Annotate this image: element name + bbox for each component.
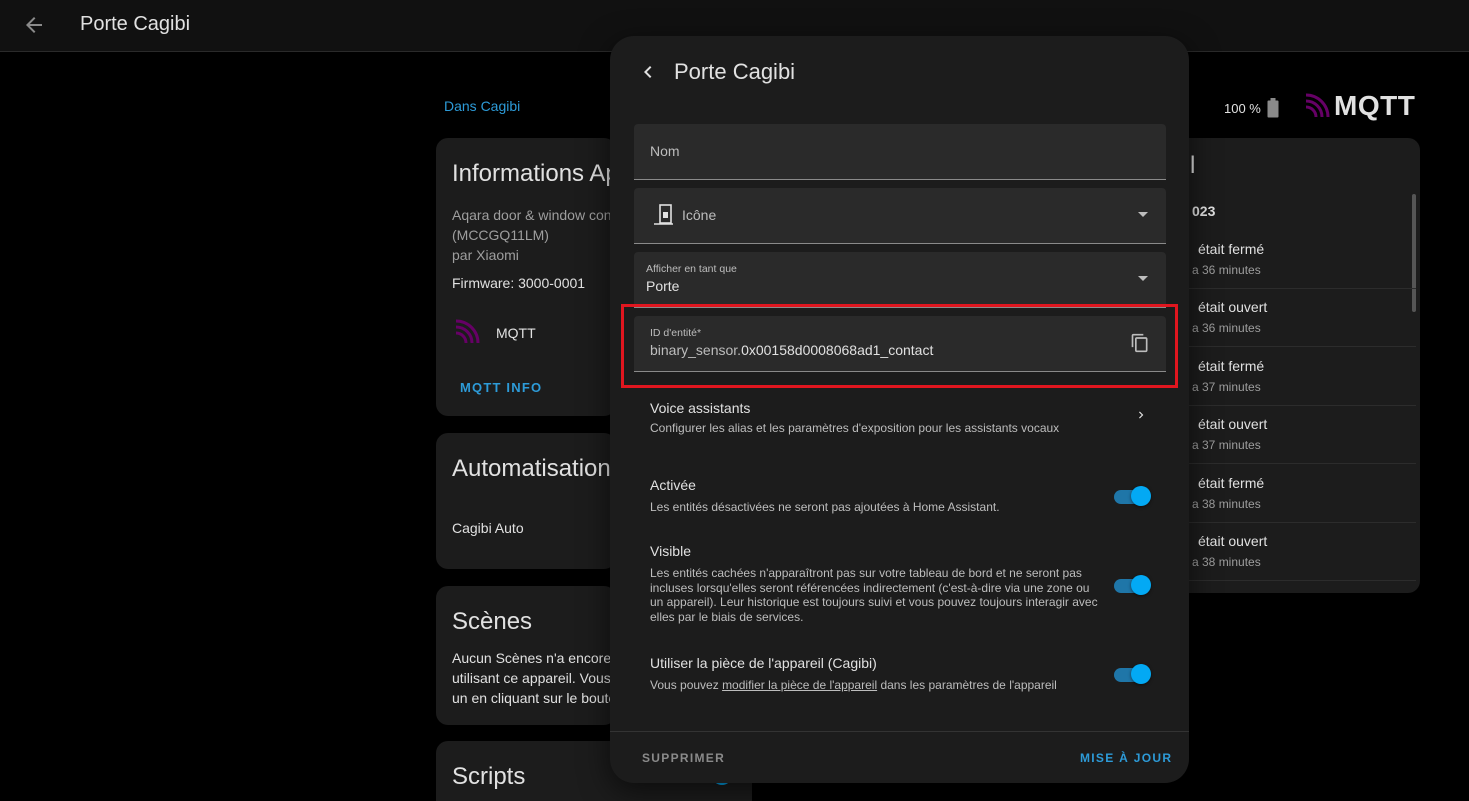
toggle-knob	[1131, 486, 1151, 506]
icon-picker-label: Icône	[682, 207, 717, 223]
battery-level: 100 %	[1224, 100, 1261, 116]
device-info-card: Informations Ap Aqara door & window con …	[436, 138, 616, 416]
chevron-right-icon[interactable]	[1134, 408, 1148, 422]
logbook-entry-time: a 38 minutes	[1192, 497, 1261, 511]
mqtt-integration-icon	[455, 319, 480, 344]
visible-title: Visible	[650, 543, 691, 559]
logbook-header-fragment: l	[1190, 152, 1196, 179]
entity-id-field[interactable]: ID d'entité* binary_sensor.0x00158d00080…	[634, 316, 1166, 372]
logbook-entry-text: était ouvert	[1198, 416, 1268, 432]
device-manufacturer: par Xiaomi	[452, 247, 519, 263]
logbook-entry-time: a 37 minutes	[1192, 438, 1261, 452]
update-button[interactable]: MISE À JOUR	[1080, 751, 1172, 765]
automation-card: Automatisation Cagibi Auto	[436, 433, 616, 569]
scenes-card: Scènes Aucun Scènes n'a encore utilisant…	[436, 586, 616, 725]
use-device-area-toggle[interactable]	[1114, 661, 1151, 684]
logbook-entry[interactable]: était ouvert a 36 minutes	[1176, 289, 1416, 347]
device-class-label: Afficher en tant que	[646, 263, 737, 275]
modify-device-area-link[interactable]: modifier la pièce de l'appareil	[722, 678, 877, 692]
mqtt-logo-icon	[1305, 93, 1330, 118]
name-field-label: Nom	[650, 143, 680, 159]
battery-status: 100 %	[1224, 98, 1279, 118]
copy-icon[interactable]	[1130, 333, 1150, 353]
logbook-entry[interactable]: était fermé a 36 minutes	[1176, 231, 1416, 289]
logbook-entry-text: était fermé	[1198, 358, 1265, 374]
scenes-text-line3: un en cliquant sur le bouto	[452, 690, 616, 706]
device-firmware: Firmware: 3000-0001	[452, 275, 586, 291]
logbook-entry[interactable]: était fermé a 38 minutes	[1176, 465, 1416, 523]
back-arrow-icon[interactable]	[22, 13, 46, 37]
entity-id-value: 0x00158d0008068ad1_contact	[741, 342, 934, 358]
logbook-entry-text: était fermé	[1198, 241, 1265, 257]
scripts-title: Scripts	[452, 763, 526, 790]
automation-item[interactable]: Cagibi Auto	[452, 520, 524, 536]
visible-desc: Les entités cachées n'apparaîtront pas s…	[650, 566, 1098, 624]
scenes-text-line2: utilisant ce appareil. Vous	[452, 670, 611, 686]
entity-settings-dialog: Porte Cagibi Nom Icône Afficher en tant …	[610, 36, 1189, 783]
logbook-entry-time: a 38 minutes	[1192, 555, 1261, 569]
mqtt-logo-text: MQTT	[1334, 90, 1416, 121]
logbook-entry-time: a 37 minutes	[1192, 380, 1261, 394]
area-link[interactable]: Dans Cagibi	[444, 98, 520, 114]
enabled-toggle[interactable]	[1114, 483, 1151, 506]
toggle-knob	[1131, 575, 1151, 595]
battery-icon	[1267, 98, 1279, 118]
logbook-entry-text: était ouvert	[1198, 533, 1268, 549]
mqtt-info-button[interactable]: MQTT INFO	[460, 380, 542, 395]
logbook-entry-text: était ouvert	[1198, 299, 1268, 315]
logbook-entry[interactable]: était ouvert a 38 minutes	[1176, 523, 1416, 581]
automation-title: Automatisation	[452, 455, 611, 482]
enabled-desc: Les entités désactivées ne seront pas aj…	[650, 500, 1000, 514]
toggle-knob	[1131, 664, 1151, 684]
enabled-title: Activée	[650, 477, 696, 493]
voice-assistants-desc: Configurer les alias et les paramètres d…	[650, 421, 1060, 435]
integration-name: MQTT	[496, 325, 536, 341]
logbook-entry-time: a 36 minutes	[1192, 263, 1261, 277]
scenes-title: Scènes	[452, 608, 533, 635]
voice-assistants-row[interactable]: Voice assistants Configurer les alias et…	[610, 392, 1189, 446]
chevron-left-icon[interactable]	[636, 60, 660, 84]
entity-id-prefix: binary_sensor.	[650, 342, 742, 358]
delete-button[interactable]: SUPPRIMER	[642, 751, 725, 765]
use-device-area-desc: Vous pouvez modifier la pièce de l'appar…	[650, 678, 1057, 693]
logbook-entry[interactable]: était ouvert a 37 minutes	[1176, 406, 1416, 464]
chevron-down-icon	[1138, 276, 1148, 281]
entity-id-value-row: binary_sensor.0x00158d0008068ad1_contact	[650, 342, 933, 358]
logbook-entry-text: était fermé	[1198, 475, 1265, 491]
use-device-area-desc-before: Vous pouvez	[650, 678, 719, 692]
device-info-title: Informations Ap	[452, 160, 616, 187]
device-class-select[interactable]: Afficher en tant que Porte	[634, 252, 1166, 308]
name-field[interactable]: Nom	[634, 124, 1166, 180]
icon-picker[interactable]: Icône	[634, 188, 1166, 244]
logbook-card: l 023 était fermé a 36 minutes était ouv…	[1176, 138, 1420, 593]
chevron-down-icon	[1138, 212, 1148, 217]
page-title: Porte Cagibi	[80, 13, 191, 35]
dialog-footer-divider	[610, 731, 1189, 732]
use-device-area-title: Utiliser la pièce de l'appareil (Cagibi)	[650, 655, 877, 671]
logbook-entry[interactable]: était fermé a 37 minutes	[1176, 348, 1416, 406]
entity-id-label: ID d'entité*	[650, 327, 702, 339]
visible-toggle[interactable]	[1114, 572, 1151, 595]
device-model-line1: Aqara door & window con	[452, 207, 612, 223]
door-icon	[654, 204, 673, 225]
device-model-line2: (MCCGQ11LM)	[452, 227, 549, 243]
use-device-area-desc-after: dans les paramètres de l'appareil	[880, 678, 1057, 692]
logbook-entry-time: a 36 minutes	[1192, 321, 1261, 335]
logbook-date-fragment: 023	[1192, 203, 1216, 219]
voice-assistants-title: Voice assistants	[650, 400, 751, 416]
mqtt-logo: MQTT	[1304, 90, 1415, 122]
device-class-value: Porte	[646, 278, 680, 294]
scenes-text-line1: Aucun Scènes n'a encore	[452, 650, 612, 666]
dialog-title: Porte Cagibi	[674, 59, 796, 84]
